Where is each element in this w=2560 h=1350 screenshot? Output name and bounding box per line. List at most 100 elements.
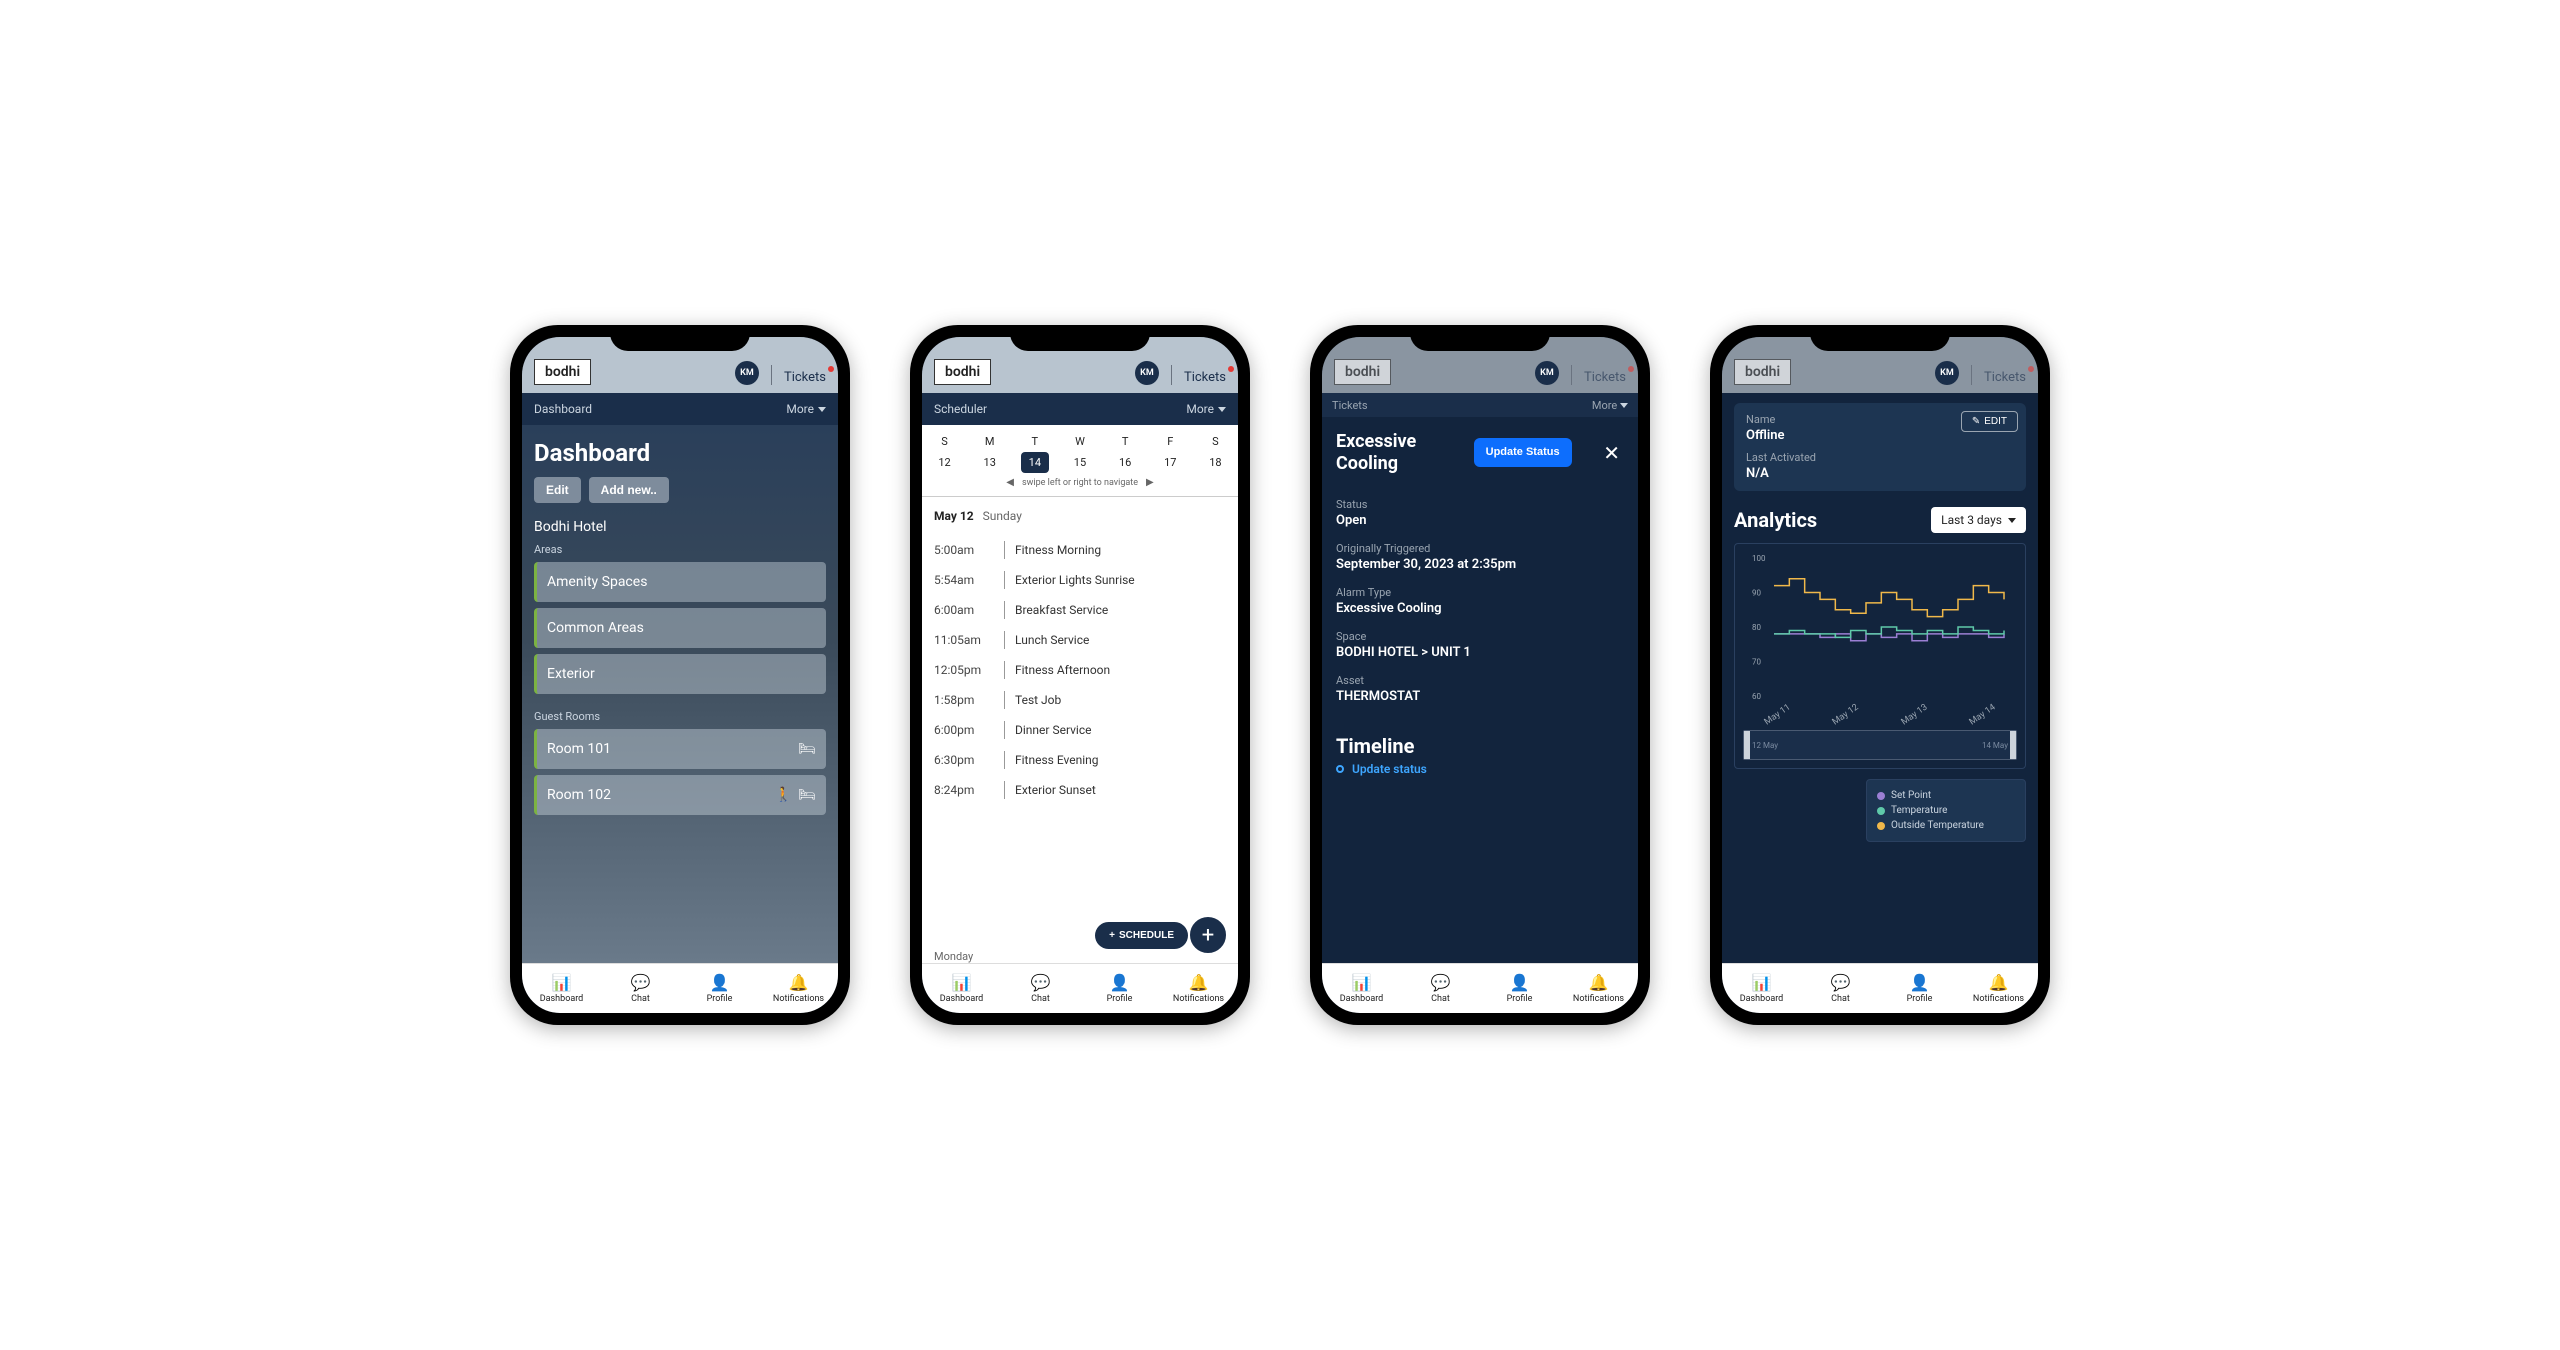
notification-dot-icon (1228, 366, 1234, 372)
event-time: 1:58pm (934, 693, 994, 707)
chat-icon: 💬 (1031, 973, 1051, 992)
areas-label: Areas (534, 543, 826, 556)
event-title: Breakfast Service (1015, 603, 1108, 617)
cal-day-14-selected[interactable]: 14 (1021, 452, 1049, 473)
event-divider (1004, 631, 1005, 649)
event-row[interactable]: 1:58pmTest Job (934, 685, 1226, 715)
update-status-button[interactable]: Update Status (1474, 438, 1572, 467)
bell-icon: 🔔 (1989, 973, 2009, 992)
nav-notifications[interactable]: 🔔Notifications (759, 964, 838, 1013)
more-button[interactable]: More (1186, 402, 1226, 416)
calendar-day-numbers: 12 13 14 15 16 17 18 (922, 452, 1238, 473)
event-row[interactable]: 6:00pmDinner Service (934, 715, 1226, 745)
cal-day-13[interactable]: 13 (976, 452, 1004, 473)
nav-profile[interactable]: 👤Profile (680, 964, 759, 1013)
profile-icon: 👤 (710, 973, 730, 992)
tickets-link[interactable]: Tickets (1984, 370, 2026, 385)
asset-label: Asset (1336, 674, 1624, 687)
svg-text:90: 90 (1752, 589, 1761, 598)
avatar[interactable]: KM (1935, 361, 1959, 385)
nav-notifications[interactable]: 🔔Notifications (1959, 964, 2038, 1013)
nav-notifications[interactable]: 🔔Notifications (1159, 964, 1238, 1013)
arrow-left-icon[interactable]: ◀ (1006, 477, 1014, 488)
event-title: Fitness Afternoon (1015, 663, 1110, 677)
chart-icon: 📊 (552, 973, 572, 992)
event-row[interactable]: 8:24pm Exterior Sunset (934, 775, 1226, 805)
logo: bodhi (1734, 359, 1791, 385)
nav-notifications[interactable]: 🔔Notifications (1559, 964, 1638, 1013)
divider (1571, 365, 1572, 385)
nav-chat[interactable]: 💬Chat (1001, 964, 1080, 1013)
calendar-day-letters: S M T W T F S (922, 431, 1238, 452)
nav-profile[interactable]: 👤Profile (1480, 964, 1559, 1013)
area-item-exterior[interactable]: Exterior (534, 654, 826, 694)
tickets-link[interactable]: Tickets (784, 370, 826, 385)
nav-chat[interactable]: 💬Chat (601, 964, 680, 1013)
timeline-update-status[interactable]: Update status (1336, 762, 1624, 776)
timeline-heading: Timeline (1336, 734, 1624, 758)
event-row[interactable]: 6:30pmFitness Evening (934, 745, 1226, 775)
event-title: Exterior Sunset (1015, 783, 1096, 797)
edit-button[interactable]: ✎ EDIT (1961, 411, 2018, 432)
room-item-102[interactable]: Room 102 🚶🛏 (534, 775, 826, 815)
logo: bodhi (1334, 359, 1391, 385)
nav-dashboard[interactable]: 📊Dashboard (1722, 964, 1801, 1013)
range-select[interactable]: Last 3 days (1931, 507, 2026, 533)
event-row[interactable]: 6:00amBreakfast Service (934, 595, 1226, 625)
nav-profile[interactable]: 👤Profile (1880, 964, 1959, 1013)
cal-day-17[interactable]: 17 (1156, 452, 1184, 473)
bell-icon: 🔔 (789, 973, 809, 992)
nav-chat[interactable]: 💬Chat (1401, 964, 1480, 1013)
chart-brush[interactable]: 12 May 14 May (1743, 730, 2017, 760)
svg-text:80: 80 (1752, 623, 1761, 632)
avatar[interactable]: KM (735, 361, 759, 385)
close-icon[interactable]: ✕ (1599, 441, 1624, 465)
avatar[interactable]: KM (1535, 361, 1559, 385)
event-row[interactable]: 5:00amFitness Morning (934, 535, 1226, 565)
profile-icon: 👤 (1510, 973, 1530, 992)
area-item-common[interactable]: Common Areas (534, 608, 826, 648)
room-item-101[interactable]: Room 101 🛏 (534, 729, 826, 769)
logo: bodhi (934, 359, 991, 385)
nav-chat[interactable]: 💬Chat (1801, 964, 1880, 1013)
caret-down-icon (818, 407, 826, 412)
event-row[interactable]: 11:05amLunch Service (934, 625, 1226, 655)
event-row[interactable]: 12:05pmFitness Afternoon (934, 655, 1226, 685)
phone-analytics: bodhi KM Tickets ✎ EDIT Name Offline Las… (1710, 325, 2050, 1025)
nav-dashboard[interactable]: 📊Dashboard (922, 964, 1001, 1013)
arrow-right-icon[interactable]: ▶ (1146, 477, 1154, 488)
alarm-type-label: Alarm Type (1336, 586, 1624, 599)
chat-icon: 💬 (631, 973, 651, 992)
fab-add-button[interactable]: + (1188, 915, 1228, 955)
hotel-name: Bodhi Hotel (534, 519, 826, 535)
tickets-link[interactable]: Tickets (1584, 370, 1626, 385)
phone-dashboard: bodhi KM Tickets Dashboard More Dashboar… (510, 325, 850, 1025)
event-title: Exterior Lights Sunrise (1015, 573, 1135, 587)
edit-button[interactable]: Edit (534, 477, 581, 503)
area-item-amenity[interactable]: Amenity Spaces (534, 562, 826, 602)
cal-day-18[interactable]: 18 (1201, 452, 1229, 473)
legend-dot-icon (1877, 792, 1885, 800)
event-row[interactable]: 5:54amExterior Lights Sunrise (934, 565, 1226, 595)
event-time: 8:24pm (934, 783, 994, 797)
breadcrumb: Dashboard (534, 402, 592, 416)
add-new-button[interactable]: Add new.. (589, 477, 669, 503)
cal-day-15[interactable]: 15 (1066, 452, 1094, 473)
bottom-nav: 📊Dashboard 💬Chat 👤Profile 🔔Notifications (922, 963, 1238, 1013)
bell-icon: 🔔 (1189, 973, 1209, 992)
event-time: 5:00am (934, 543, 994, 557)
nav-dashboard[interactable]: 📊Dashboard (522, 964, 601, 1013)
ticket-subheader: Tickets More (1322, 393, 1638, 417)
notification-dot-icon (2028, 366, 2034, 372)
cal-day-16[interactable]: 16 (1111, 452, 1139, 473)
nav-dashboard[interactable]: 📊Dashboard (1322, 964, 1401, 1013)
more-button[interactable]: More (786, 402, 826, 416)
avatar[interactable]: KM (1135, 361, 1159, 385)
schedule-button[interactable]: + SCHEDULE (1095, 922, 1188, 949)
event-divider (1004, 751, 1005, 769)
triggered-label: Originally Triggered (1336, 542, 1624, 555)
cal-day-12[interactable]: 12 (931, 452, 959, 473)
calendar-header: S M T W T F S 12 13 14 15 16 17 18 ◀ swi… (922, 425, 1238, 496)
nav-profile[interactable]: 👤Profile (1080, 964, 1159, 1013)
tickets-link[interactable]: Tickets (1184, 370, 1226, 385)
